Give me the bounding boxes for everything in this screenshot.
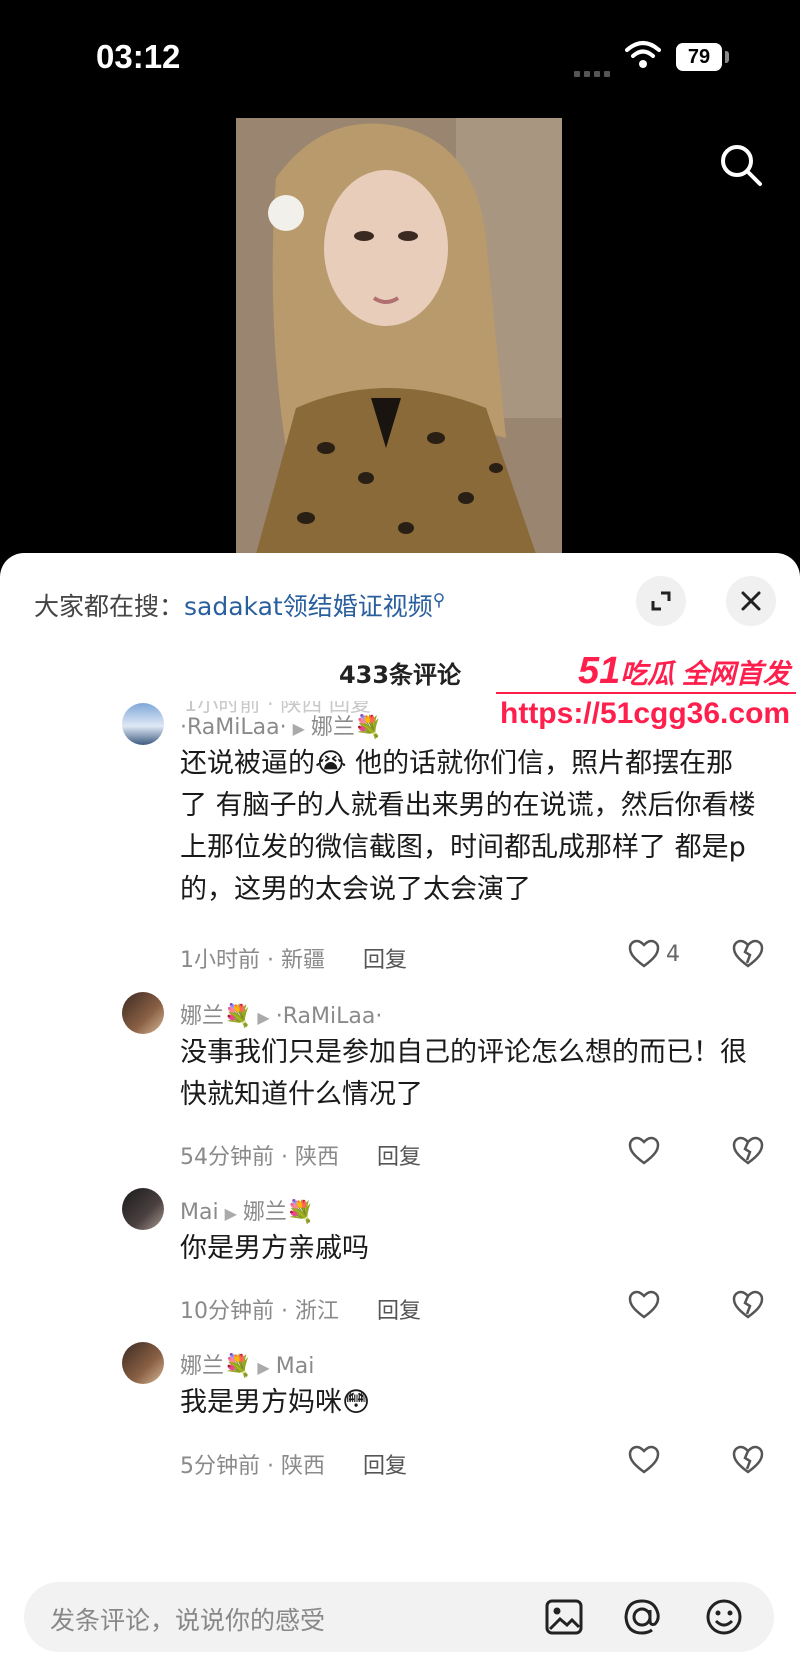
watermark-divider: [496, 692, 796, 694]
comment-user[interactable]: 娜兰: [180, 1004, 224, 1029]
comment-info: 10分钟前 · 浙江 回复: [180, 1293, 421, 1325]
reply-arrow-icon: ▶: [224, 1204, 237, 1223]
like-icon[interactable]: [628, 1290, 660, 1324]
comment-input-placeholder[interactable]: 发条评论，说说你的感受: [50, 1601, 325, 1637]
image-icon[interactable]: [544, 1598, 584, 1640]
comment-text: 还说被逼的😭 他的话就你们信，照片都摆在那了 有脑子的人就看出来男的在说谎，然后…: [180, 748, 756, 905]
avatar[interactable]: [122, 1342, 164, 1384]
flower-emoji-icon: 💐: [224, 1354, 252, 1379]
comment-input-bar[interactable]: 发条评论，说说你的感受: [24, 1582, 774, 1652]
like-icon[interactable]: [628, 1136, 660, 1170]
reply-to-user[interactable]: 娜兰: [311, 715, 355, 740]
expand-button[interactable]: [636, 576, 686, 626]
comment-text: 我是男方妈咪😳: [180, 1387, 371, 1418]
flower-emoji-icon: 💐: [224, 1004, 252, 1029]
hot-search-term[interactable]: sadakat领结婚证视频: [184, 592, 433, 621]
portrait-illustration: [236, 118, 562, 554]
status-time: 03:12: [96, 38, 181, 75]
video-thumbnail[interactable]: [236, 118, 562, 554]
like-icon[interactable]: [628, 939, 660, 973]
dislike-icon[interactable]: [732, 939, 764, 973]
flower-emoji-icon: 💐: [286, 1200, 315, 1225]
comment-meta: 娜兰💐 ▶ Mai: [180, 1348, 314, 1380]
status-bar: 03:12 79: [0, 0, 800, 110]
signal-icon: [574, 62, 614, 81]
comment-time-location: 10分钟前 · 浙江: [180, 1299, 339, 1324]
comment-meta: ·RaMiLaa· ▶ 娜兰💐: [180, 709, 382, 741]
watermark: 51吃瓜 全网首发 https://51cgg36.com: [496, 650, 800, 740]
like-count: 4: [666, 942, 680, 967]
emoji-icon[interactable]: [704, 1598, 744, 1640]
comment-meta: 娜兰💐 ▶ ·RaMiLaa·: [180, 998, 382, 1030]
comment-time-location: 1小时前 · 新疆: [180, 948, 325, 973]
comment-time-location: 5分钟前 · 陕西: [180, 1454, 325, 1479]
like-icon[interactable]: [628, 1445, 660, 1479]
comment-meta: Mai ▶ 娜兰💐: [180, 1194, 314, 1226]
reply-button[interactable]: 回复: [377, 1145, 421, 1170]
battery-tip: [725, 51, 729, 63]
avatar[interactable]: [122, 703, 164, 745]
comment-text: 没事我们只是参加自己的评论怎么想的而已！很快就知道什么情况了: [180, 1037, 747, 1110]
reply-to-user[interactable]: Mai: [276, 1354, 315, 1379]
reply-to-user[interactable]: ·RaMiLaa·: [276, 1004, 383, 1029]
comment-info: 1小时前 · 新疆 回复: [180, 942, 407, 974]
avatar[interactable]: [122, 992, 164, 1034]
watermark-logo: 51吃瓜 全网首发: [578, 650, 790, 692]
reply-arrow-icon: ▶: [292, 719, 305, 738]
hot-search-bar[interactable]: 大家都在搜：sadakat领结婚证视频⚲: [34, 587, 445, 623]
search-icon[interactable]: [718, 142, 764, 192]
comment-info: 54分钟前 · 陕西 回复: [180, 1139, 421, 1171]
battery-indicator: 79: [676, 43, 722, 71]
comment-info: 5分钟前 · 陕西 回复: [180, 1448, 407, 1480]
comment-user[interactable]: ·RaMiLaa·: [180, 715, 287, 740]
close-icon: [741, 591, 761, 611]
dislike-icon[interactable]: [732, 1290, 764, 1324]
reply-button[interactable]: 回复: [377, 1299, 421, 1324]
reply-button[interactable]: 回复: [363, 1454, 407, 1479]
comment-user[interactable]: Mai: [180, 1200, 219, 1225]
close-button[interactable]: [726, 576, 776, 626]
wifi-icon: [625, 40, 661, 74]
comment-user[interactable]: 娜兰: [180, 1354, 224, 1379]
reply-arrow-icon: ▶: [257, 1008, 270, 1027]
comment-time-location: 54分钟前 · 陕西: [180, 1145, 339, 1170]
watermark-url: https://51cgg36.com: [500, 697, 791, 730]
flower-emoji-icon: 💐: [354, 715, 383, 740]
reply-to-user[interactable]: 娜兰: [243, 1200, 287, 1225]
hot-search-label: 大家都在搜：: [34, 592, 185, 621]
dislike-icon[interactable]: [732, 1136, 764, 1170]
small-search-icon: ⚲: [432, 590, 446, 611]
avatar[interactable]: [122, 1188, 164, 1230]
comment-text: 你是男方亲戚吗: [180, 1233, 369, 1264]
at-icon[interactable]: [622, 1598, 662, 1640]
dislike-icon[interactable]: [732, 1445, 764, 1479]
expand-icon: [651, 591, 671, 611]
reply-arrow-icon: ▶: [257, 1358, 270, 1377]
reply-button[interactable]: 回复: [363, 948, 407, 973]
